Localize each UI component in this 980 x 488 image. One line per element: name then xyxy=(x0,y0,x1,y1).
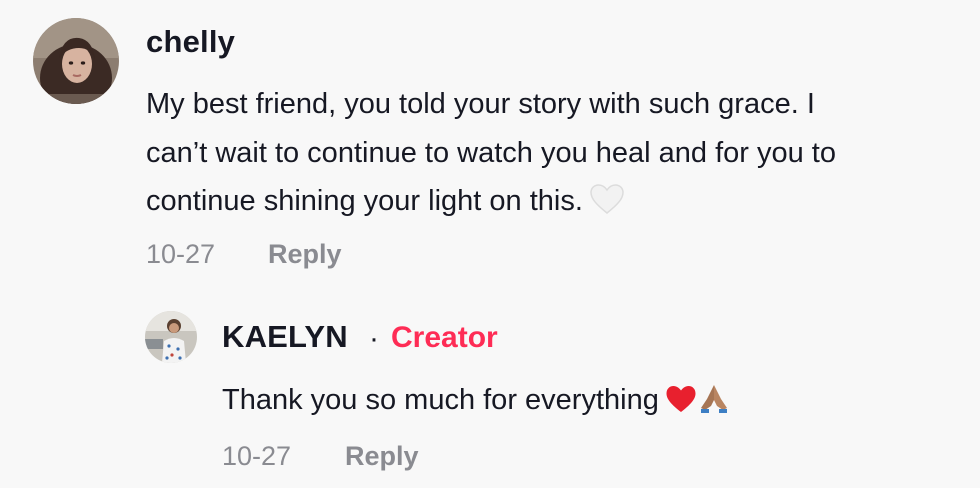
reply-username[interactable]: KAELYN xyxy=(222,319,348,355)
comment-text-line: My best friend, you told your story with… xyxy=(146,88,815,120)
comment-thread: chelly My best friend, you told your sto… xyxy=(0,0,980,488)
comment-date: 10-27 xyxy=(146,239,216,269)
comment-text-line: continue shining your light on this. xyxy=(146,177,836,231)
folded-hands-icon xyxy=(699,381,729,430)
avatar-chelly[interactable] xyxy=(33,18,119,104)
comment-text: My best friend, you told your story with… xyxy=(146,80,836,231)
red-heart-icon xyxy=(665,381,697,430)
comment-text-line-content: continue shining your light on this. xyxy=(146,185,583,217)
creator-badge: Creator xyxy=(391,321,498,354)
reply-button[interactable]: Reply xyxy=(268,239,342,270)
reply-button[interactable]: Reply xyxy=(345,441,419,472)
avatar-kaelyn[interactable] xyxy=(145,311,197,363)
name-separator: · xyxy=(369,322,379,355)
reply-text: Thank you so much for everything xyxy=(222,376,729,430)
white-heart-icon xyxy=(589,182,625,231)
reply-text-content: Thank you so much for everything xyxy=(222,384,659,416)
comment-username[interactable]: chelly xyxy=(146,24,235,60)
comment-text-line: can’t wait to continue to watch you heal… xyxy=(146,136,836,169)
reply-date: 10-27 xyxy=(222,441,292,471)
